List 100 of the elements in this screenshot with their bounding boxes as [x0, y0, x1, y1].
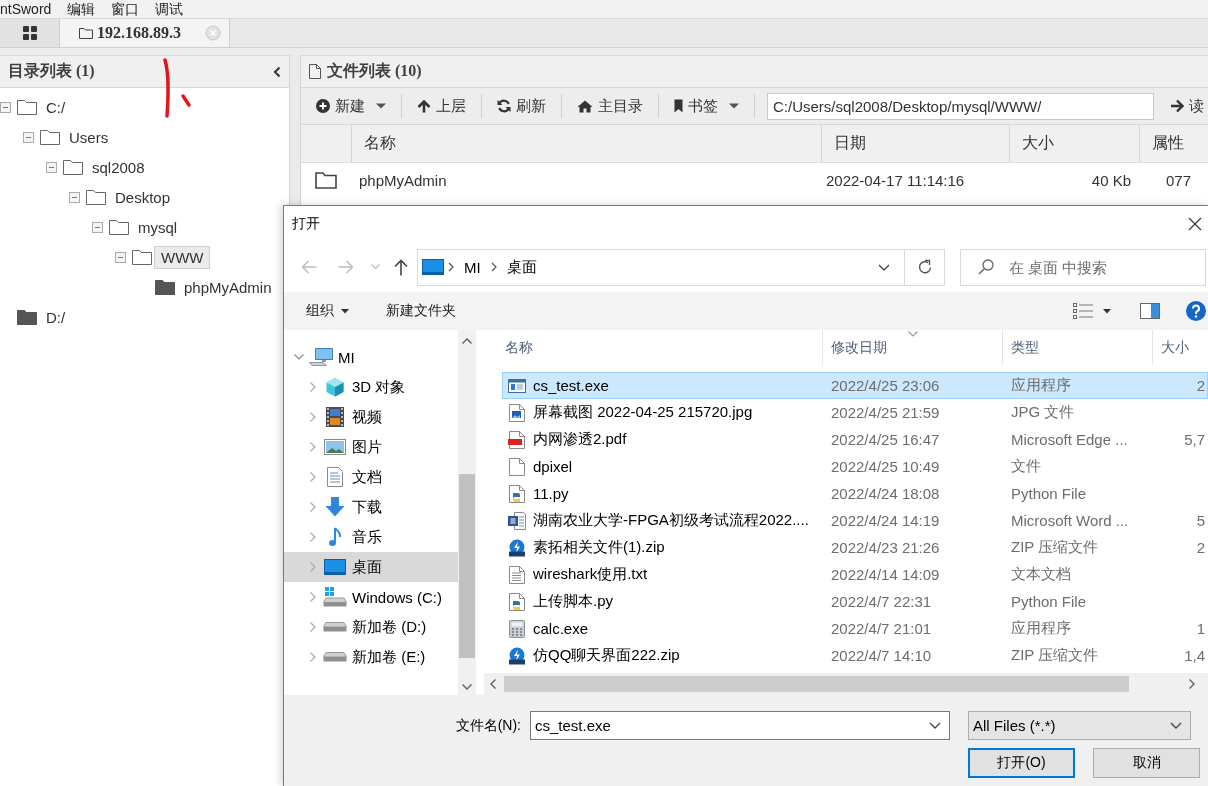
column-header[interactable]: 大小 — [1153, 330, 1208, 365]
scroll-right-icon[interactable] — [1189, 679, 1195, 689]
tree-item[interactable]: Users — [62, 125, 116, 149]
chevron-right-icon[interactable] — [310, 412, 316, 422]
modified-date: 2022/4/25 10:49 — [831, 458, 940, 475]
menu-item[interactable]: 编辑 — [67, 1, 96, 17]
chevron-right-icon[interactable] — [310, 592, 316, 602]
file-row[interactable]: 11.py 2022/4/24 18:08 Python File — [502, 480, 1208, 507]
column-header[interactable]: 大小 — [1022, 133, 1054, 154]
chevron-down-icon[interactable] — [878, 263, 890, 271]
file-type: 文本文档 — [1011, 565, 1071, 582]
column-header[interactable]: 修改日期 — [823, 330, 1003, 365]
file-row[interactable]: wireshark使用.txt 2022/4/14 14:09 文本文档 — [502, 561, 1208, 588]
file-row[interactable]: 上传脚本.py 2022/4/7 22:31 Python File — [502, 588, 1208, 615]
breadcrumb-item[interactable]: 桌面 — [506, 257, 537, 277]
file-row[interactable]: 屏幕截图 2022-04-25 215720.jpg 2022/4/25 21:59 JPG 文件 — [502, 399, 1208, 426]
horizontal-scrollbar[interactable] — [484, 673, 1208, 695]
refresh-button[interactable] — [905, 248, 945, 286]
collapse-panel-icon[interactable] — [273, 65, 281, 78]
chevron-right-icon[interactable] — [310, 652, 316, 662]
file-row[interactable]: cs_test.exe 2022/4/25 23:06 应用程序 2 — [502, 372, 1208, 399]
file-size: 5,7 — [1184, 431, 1205, 448]
chevron-right-icon[interactable] — [310, 442, 316, 452]
file-row[interactable]: 内网渗透2.pdf 2022/4/25 16:47 Microsoft Edge ... 5,7 — [502, 426, 1208, 453]
file-row[interactable]: calc.exe 2022/4/7 21:01 应用程序 1 — [502, 615, 1208, 642]
tree-item[interactable]: Desktop — [108, 185, 178, 209]
tree-item[interactable]: C:/ — [39, 95, 73, 119]
menu-item[interactable]: ntSword — [0, 1, 52, 17]
scroll-down-icon[interactable] — [462, 684, 472, 690]
nav-item[interactable]: 新加卷 (E:) — [284, 642, 458, 672]
nav-item[interactable]: 3D 对象 — [284, 372, 458, 402]
file-row[interactable]: dpixel 2022/4/25 10:49 文件 — [502, 453, 1208, 480]
file-row[interactable]: 素拓相关文件(1).zip 2022/4/23 21:26 ZIP 压缩文件 2 — [502, 534, 1208, 561]
collapse-icon[interactable] — [115, 251, 126, 263]
nav-item[interactable]: MI — [284, 342, 458, 372]
chevron-right-icon[interactable] — [310, 532, 316, 542]
filename-field[interactable]: cs_test.exe — [530, 711, 950, 740]
chevron-right-icon[interactable] — [310, 502, 316, 512]
column-header[interactable]: 属性 — [1152, 133, 1184, 154]
nav-item[interactable]: 图片 — [284, 432, 458, 462]
home-button[interactable]: 主目录 — [573, 92, 647, 120]
dialog-button[interactable]: 打开(O) — [968, 748, 1075, 778]
tree-item[interactable]: WWW — [154, 245, 211, 269]
tree-item[interactable]: D:/ — [39, 305, 73, 329]
nav-item[interactable]: 桌面 — [284, 552, 458, 582]
menu-item[interactable]: 窗口 — [111, 1, 140, 17]
view-list-icon[interactable] — [1073, 303, 1093, 319]
collapse-icon[interactable] — [23, 131, 34, 143]
chevron-right-icon[interactable] — [310, 622, 316, 632]
home-tab[interactable] — [0, 19, 60, 47]
file-row[interactable]: 湖南农业大学-FPGA初级考试流程2022.... 2022/4/24 14:19 Microsoft Word ... 5 — [502, 507, 1208, 534]
search-field[interactable]: 在 桌面 中搜索 — [960, 248, 1206, 286]
column-header[interactable]: 名称 — [364, 133, 396, 154]
file-type-dropdown[interactable]: All Files (*.*) — [968, 711, 1191, 740]
tree-item[interactable]: phpMyAdmin — [177, 275, 279, 299]
chevron-right-icon[interactable] — [310, 472, 316, 482]
chevron-down-icon[interactable] — [929, 722, 941, 729]
tab[interactable]: 192.168.89.3 — [60, 19, 230, 47]
toolbar-button[interactable]: 组织 — [306, 302, 349, 320]
nav-item[interactable]: Windows (C:) — [284, 582, 458, 612]
menu-item[interactable]: 调试 — [155, 1, 184, 17]
nav-item[interactable]: 文档 — [284, 462, 458, 492]
path-field[interactable]: C:/Users/sql2008/Desktop/mysql/WWW/ — [767, 92, 1154, 120]
toolbar-button[interactable]: 新建文件夹 — [386, 302, 456, 320]
nav-item[interactable]: 新加卷 (D:) — [284, 612, 458, 642]
chevron-right-icon[interactable] — [310, 382, 316, 392]
collapse-icon[interactable] — [92, 221, 103, 233]
collapse-icon[interactable] — [0, 101, 11, 113]
nav-item[interactable]: 下载 — [284, 492, 458, 522]
scroll-left-icon[interactable] — [490, 679, 496, 689]
caret-icon[interactable] — [1103, 308, 1111, 314]
chevron-down-icon[interactable] — [1170, 722, 1182, 729]
bookmarks-button[interactable]: 书签 — [670, 92, 743, 120]
column-header[interactable]: 类型 — [1003, 330, 1153, 365]
refresh-button[interactable]: 刷新 — [493, 92, 550, 120]
breadcrumb-item[interactable]: MI — [464, 258, 481, 276]
new-button[interactable]: 新建 — [312, 92, 390, 120]
scrollbar-thumb[interactable] — [459, 474, 475, 658]
up-arrow-icon[interactable] — [394, 258, 408, 276]
modified-date: 2022/4/25 21:59 — [831, 404, 940, 421]
column-header[interactable]: 名称 — [484, 330, 823, 365]
windows-drive-icon — [323, 587, 347, 607]
column-header[interactable]: 日期 — [834, 133, 866, 154]
up-button[interactable]: 上层 — [413, 92, 470, 120]
collapse-icon[interactable] — [69, 191, 80, 203]
scroll-up-icon[interactable] — [462, 338, 472, 344]
tree-item[interactable]: sql2008 — [85, 155, 152, 179]
scrollbar-thumb[interactable] — [504, 676, 1129, 692]
read-button[interactable]: 读 — [1166, 92, 1208, 120]
file-row[interactable]: 仿QQ聊天界面222.zip 2022/4/7 14:10 ZIP 压缩文件 1,4 — [502, 642, 1208, 669]
tree-item[interactable]: mysql — [131, 215, 185, 239]
nav-item[interactable]: 音乐 — [284, 522, 458, 552]
nav-item[interactable]: 视频 — [284, 402, 458, 432]
preview-pane-icon[interactable] — [1140, 303, 1160, 319]
file-name[interactable]: phpMyAdmin — [355, 171, 447, 189]
dialog-button[interactable]: 取消 — [1093, 748, 1200, 778]
collapse-icon[interactable] — [46, 161, 57, 173]
close-icon[interactable] — [1188, 217, 1202, 231]
help-icon[interactable] — [1186, 301, 1206, 321]
address-bar[interactable]: MI 桌面 — [417, 248, 905, 286]
